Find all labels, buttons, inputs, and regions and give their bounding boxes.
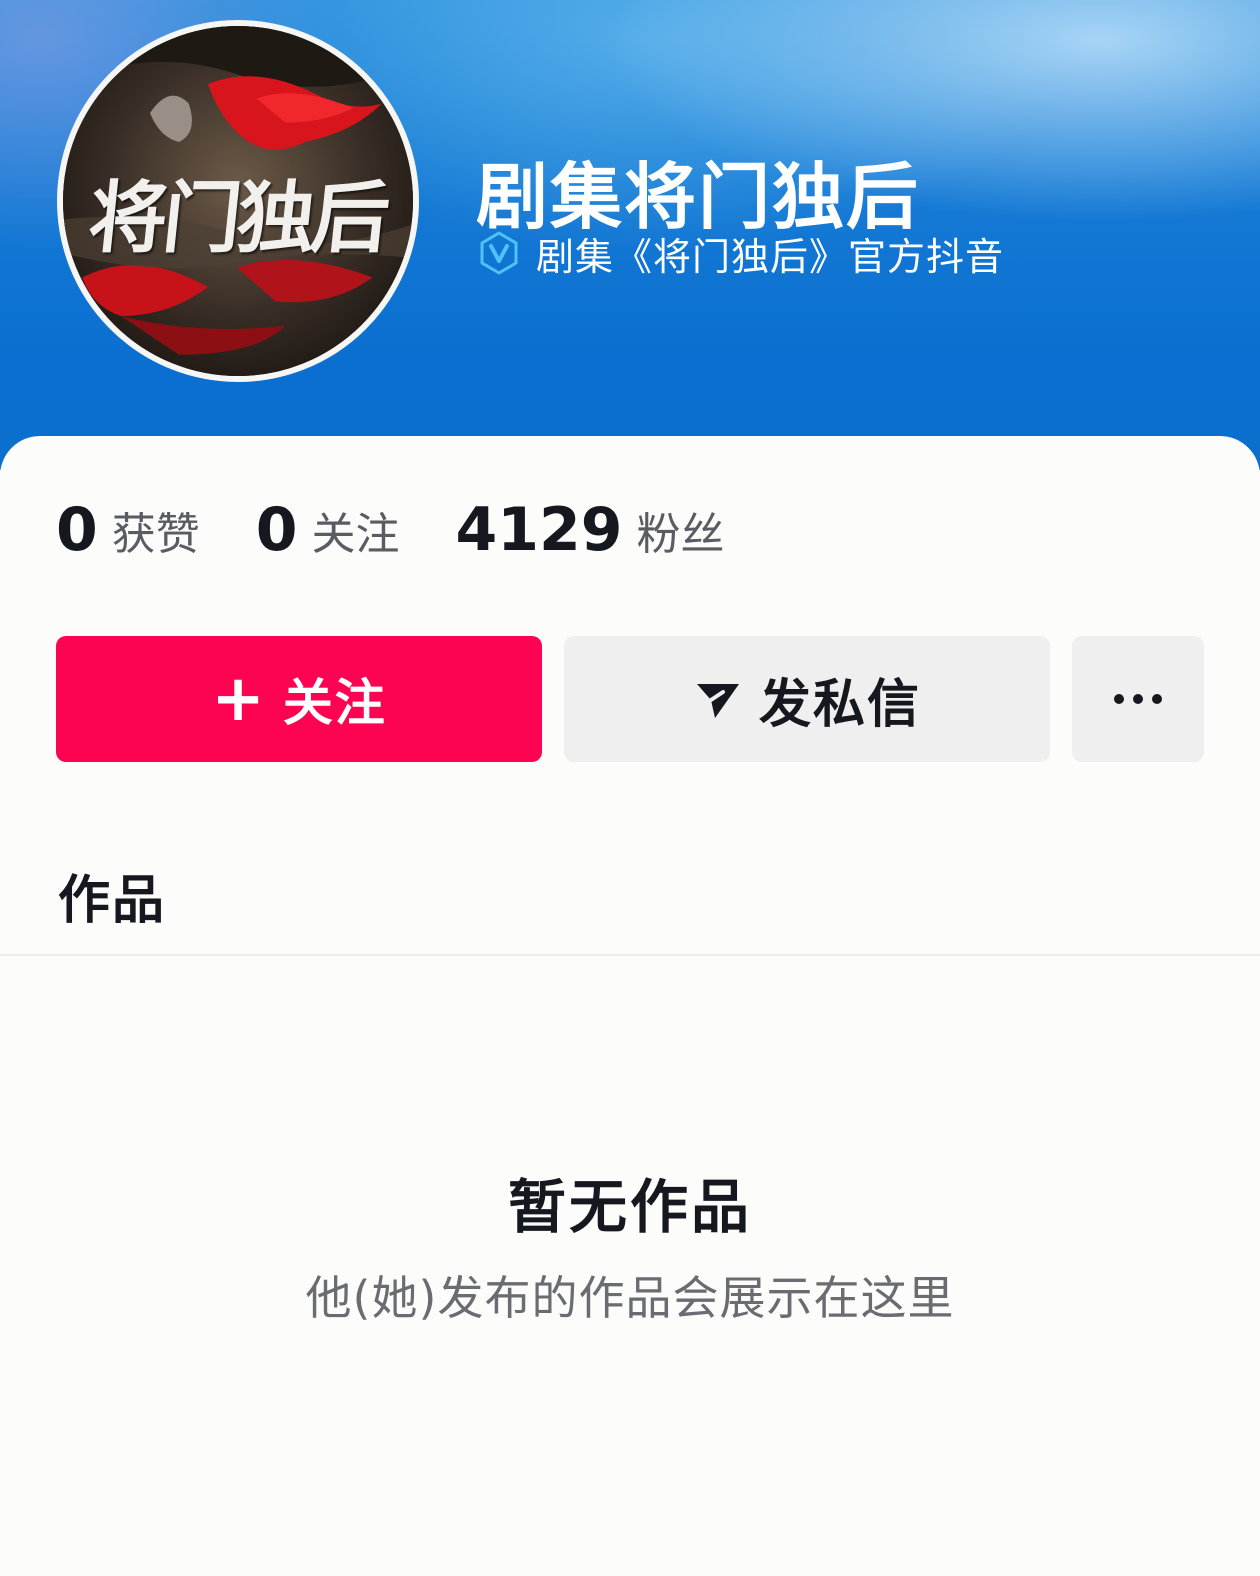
empty-state-subtitle: 他(她)发布的作品会展示在这里 <box>305 1271 955 1325</box>
stat-label: 获赞 <box>111 509 200 560</box>
stats-row: 0 获赞 0 关注 4129 粉丝 <box>56 490 781 570</box>
stat-following[interactable]: 0 关注 <box>256 495 400 565</box>
empty-state-title: 暂无作品 <box>507 1173 752 1241</box>
avatar-title: 将门独后 <box>84 173 391 264</box>
tab-divider <box>0 954 1260 956</box>
follow-button-label: 关注 <box>282 674 387 732</box>
action-buttons: + 关注 发私信 <box>56 636 1204 762</box>
more-dots-icon <box>1114 694 1162 704</box>
message-button[interactable]: 发私信 <box>564 636 1050 762</box>
profile-page: 将门独后 剧集将门独后 剧集《将门独后》官方抖音 0 获赞 0 关注 4129 … <box>0 0 1260 1576</box>
send-icon <box>696 684 739 718</box>
stat-value: 4129 <box>455 495 623 565</box>
verification-text: 剧集《将门独后》官方抖音 <box>536 234 1005 279</box>
verified-badge-icon <box>480 231 518 275</box>
stat-likes[interactable]: 0 获赞 <box>56 495 200 565</box>
avatar[interactable]: 将门独后 <box>57 20 419 382</box>
stat-value: 0 <box>56 495 98 565</box>
more-button[interactable] <box>1072 636 1204 762</box>
stat-label: 关注 <box>311 509 400 560</box>
profile-card <box>0 436 1260 1576</box>
message-button-label: 发私信 <box>758 674 921 735</box>
follow-button[interactable]: + 关注 <box>56 636 542 762</box>
plus-icon: + <box>211 662 265 736</box>
stat-followers[interactable]: 4129 粉丝 <box>456 495 725 565</box>
stat-label: 粉丝 <box>636 509 725 560</box>
verification-row: 剧集《将门独后》官方抖音 <box>476 228 1005 279</box>
stat-value: 0 <box>255 495 298 565</box>
tab-works[interactable]: 作品 <box>58 858 166 933</box>
